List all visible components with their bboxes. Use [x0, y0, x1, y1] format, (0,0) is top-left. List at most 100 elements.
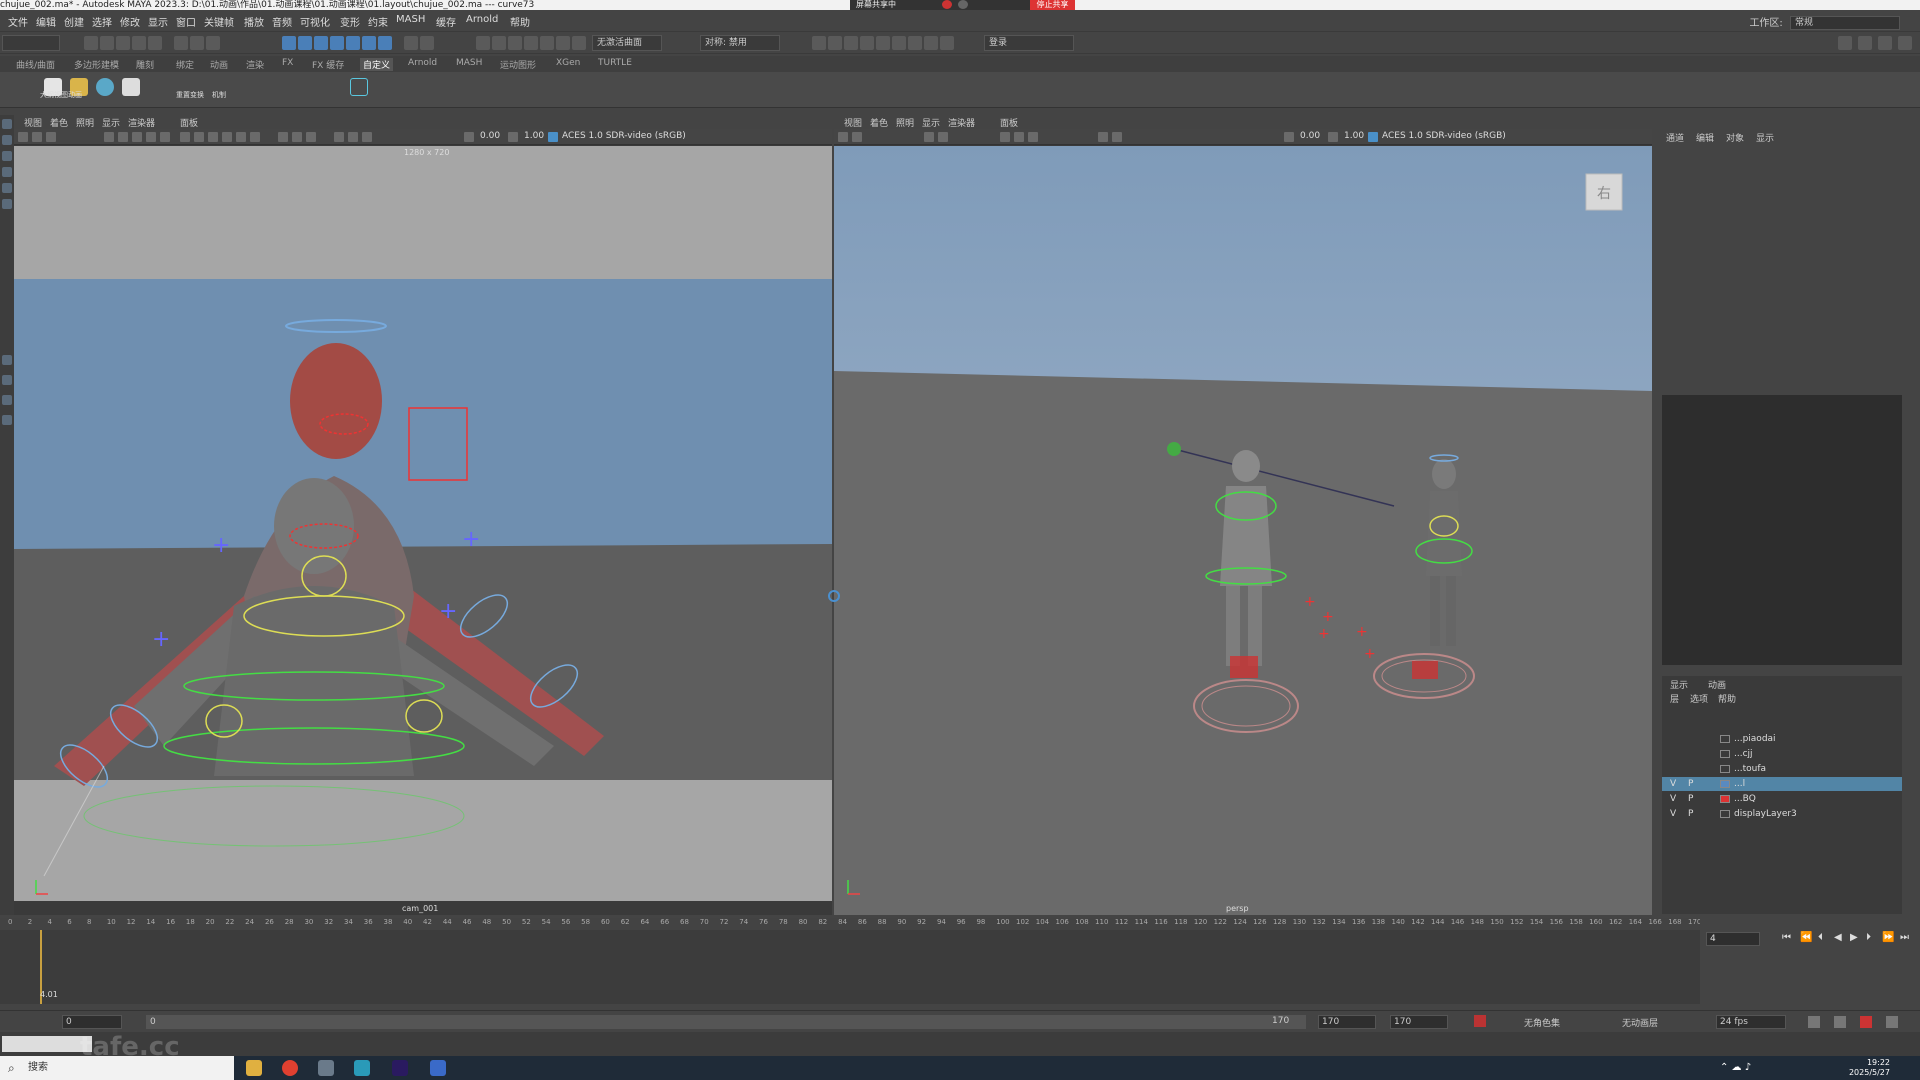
- xray-icon-r[interactable]: [1098, 132, 1108, 142]
- sound-icon[interactable]: [1834, 1016, 1846, 1028]
- isolate-select-icon-r[interactable]: [1112, 132, 1122, 142]
- tool-settings-icon[interactable]: [1878, 36, 1892, 50]
- layout-single-icon[interactable]: [2, 355, 12, 365]
- layer-row[interactable]: ...piaodai: [1662, 732, 1902, 746]
- range-slider[interactable]: 0: [146, 1015, 1306, 1029]
- layer-color-swatch[interactable]: [1720, 735, 1730, 743]
- panel-split-handle[interactable]: [828, 590, 840, 602]
- time-slider[interactable]: 0 2 4 6 8 10 12 14 16 18 20 22 24 26 28 30 32 34 36 38 40 42 4…: [0, 918, 1701, 1004]
- depth-of-field-icon[interactable]: [362, 132, 372, 142]
- layout-two-icon[interactable]: [2, 395, 12, 405]
- color-management-icon-r[interactable]: [1368, 132, 1378, 142]
- xray-icon[interactable]: [278, 132, 288, 142]
- grid-icon-r[interactable]: [924, 132, 934, 142]
- ik-locator-5[interactable]: +: [1364, 646, 1376, 662]
- mask-surfaces-icon[interactable]: [314, 36, 328, 50]
- menu-mash[interactable]: MASH: [396, 14, 425, 25]
- shelf-tab-curves[interactable]: 曲线/曲面: [16, 58, 55, 71]
- view-cube[interactable]: 右: [1585, 173, 1623, 211]
- step-forward-frame-icon[interactable]: ⏵: [1866, 932, 1871, 943]
- stop-share-button[interactable]: 停止共享: [1030, 0, 1075, 10]
- arnold-render-icon[interactable]: [892, 36, 906, 50]
- maya-icon[interactable]: [354, 1060, 370, 1076]
- anim-layer-dropdown[interactable]: 无动画层: [1622, 1016, 1658, 1029]
- layer-tab-display[interactable]: 显示: [1670, 678, 1688, 691]
- arnold-ipr-icon[interactable]: [908, 36, 922, 50]
- right-menu-renderer[interactable]: 渲染器: [948, 116, 975, 129]
- layer-color-swatch[interactable]: [1720, 810, 1730, 818]
- smooth-shade-icon-r[interactable]: [1014, 132, 1024, 142]
- right-menu-show[interactable]: 显示: [922, 116, 940, 129]
- playblast-icon[interactable]: [924, 36, 938, 50]
- snap-curve-icon[interactable]: [492, 36, 506, 50]
- layer-menu-layers[interactable]: 层: [1670, 692, 1679, 705]
- play-forward-icon[interactable]: ▶: [1850, 932, 1858, 943]
- smooth-shade-icon[interactable]: [194, 132, 204, 142]
- menu-file[interactable]: 文件: [8, 14, 28, 29]
- fps-dropdown[interactable]: 24 fps: [1716, 1015, 1786, 1029]
- mask-dynamics-icon[interactable]: [346, 36, 360, 50]
- menu-select[interactable]: 选择: [92, 14, 112, 29]
- layer-row[interactable]: V P ...BQ: [1662, 792, 1902, 806]
- layer-tab-anim[interactable]: 动画: [1708, 678, 1726, 691]
- layer-color-swatch[interactable]: [1720, 780, 1730, 788]
- left-menu-view[interactable]: 视图: [24, 116, 42, 129]
- wireframe-on-shaded-icon[interactable]: [208, 132, 218, 142]
- wireframe-icon[interactable]: [180, 132, 190, 142]
- render-view-icon[interactable]: [812, 36, 826, 50]
- lasso-tool-icon[interactable]: [2, 135, 12, 145]
- shelf-tab-rigging[interactable]: 绑定: [176, 58, 194, 71]
- color-space-label-r[interactable]: ACES 1.0 SDR-video (sRGB): [1382, 131, 1506, 141]
- rotate-tool-icon[interactable]: [2, 183, 12, 193]
- layer-menu-options[interactable]: 选项: [1690, 692, 1708, 705]
- mask-curves-icon[interactable]: [282, 36, 296, 50]
- go-to-end-icon[interactable]: ⏭: [1900, 932, 1909, 943]
- layer-color-swatch[interactable]: [1720, 765, 1730, 773]
- cache-icon[interactable]: [1860, 1016, 1872, 1028]
- mask-render-icon[interactable]: [362, 36, 376, 50]
- layer-row-selected[interactable]: V P ...l: [1662, 777, 1902, 791]
- gate-mask-icon[interactable]: [146, 132, 156, 142]
- right-menu-shading[interactable]: 着色: [870, 116, 888, 129]
- taskbar-clock[interactable]: 19:22 2025/5/27: [1849, 1058, 1890, 1078]
- ik-locator-r[interactable]: +: [462, 527, 480, 552]
- login-button[interactable]: 登录: [984, 35, 1074, 51]
- use-lights-icon[interactable]: [236, 132, 246, 142]
- left-menu-renderer[interactable]: 渲染器: [128, 116, 155, 129]
- menu-arnold[interactable]: Arnold: [466, 14, 498, 25]
- left-menu-show[interactable]: 显示: [102, 116, 120, 129]
- camera-attributes-icon-r[interactable]: [852, 132, 862, 142]
- layer-row[interactable]: ...cjj: [1662, 747, 1902, 761]
- ik-locator-2[interactable]: +: [1322, 609, 1334, 625]
- hypershade-icon[interactable]: [876, 36, 890, 50]
- select-tool-icon[interactable]: [2, 119, 12, 129]
- left-viewport[interactable]: + + + + 1280 x 720 cam_001: [14, 146, 832, 915]
- app-icon[interactable]: [318, 1060, 334, 1076]
- left-menu-panels[interactable]: 面板: [180, 116, 198, 129]
- ik-locator-l2[interactable]: +: [152, 627, 170, 652]
- premiere-icon[interactable]: [392, 1060, 408, 1076]
- playback-end-field[interactable]: 170: [1318, 1015, 1376, 1029]
- new-scene-icon[interactable]: [84, 36, 98, 50]
- undo-icon[interactable]: [132, 36, 146, 50]
- channel-menu-channels[interactable]: 通道: [1666, 131, 1684, 144]
- character-set-dropdown[interactable]: 无角色集: [1524, 1016, 1560, 1029]
- bookmark-icon[interactable]: [46, 132, 56, 142]
- grid-icon[interactable]: [104, 132, 114, 142]
- select-component-icon[interactable]: [206, 36, 220, 50]
- layer-row[interactable]: ...toufa: [1662, 762, 1902, 776]
- loop-icon[interactable]: [1808, 1016, 1820, 1028]
- channel-menu-edit[interactable]: 编辑: [1696, 131, 1714, 144]
- channel-menu-object[interactable]: 对象: [1726, 131, 1744, 144]
- auto-key-icon[interactable]: [1474, 1015, 1486, 1027]
- channel-menu-show[interactable]: 显示: [1756, 131, 1774, 144]
- snap-point-icon[interactable]: [508, 36, 522, 50]
- anim-end-field[interactable]: 170: [1390, 1015, 1448, 1029]
- textured-icon-r[interactable]: [1028, 132, 1038, 142]
- film-gate-icon[interactable]: [118, 132, 128, 142]
- make-live-icon[interactable]: [572, 36, 586, 50]
- gamma-value-r[interactable]: 1.00: [1344, 131, 1364, 141]
- right-menu-lighting[interactable]: 照明: [896, 116, 914, 129]
- ik-locator-3[interactable]: +: [1318, 626, 1330, 642]
- menu-playback[interactable]: 播放: [244, 14, 264, 29]
